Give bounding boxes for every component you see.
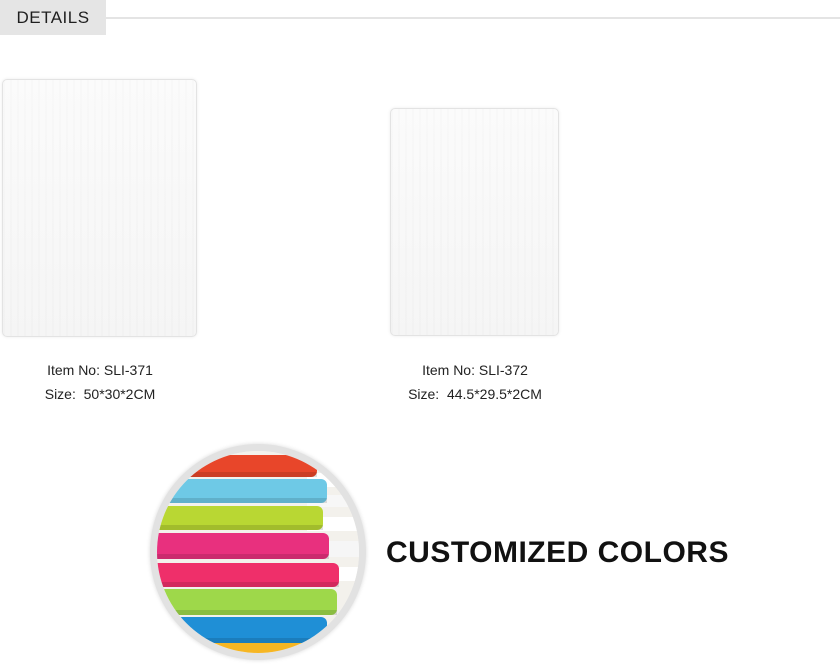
board-edge-shadow (157, 472, 317, 477)
item-size: Size: 44.5*29.5*2CM (408, 386, 542, 402)
colored-board (157, 643, 333, 653)
board-edge-shadow (157, 610, 337, 615)
stacked-colored-boards-illustration (157, 451, 359, 653)
customized-colors-headline: CUSTOMIZED COLORS (386, 536, 729, 569)
product-caption-sli-371: Item No: SLI-371 Size: 50*30*2CM (0, 358, 220, 406)
board-stack (157, 455, 339, 653)
board-edge-shadow (157, 498, 327, 503)
colored-boards-photo (150, 444, 366, 660)
header-divider (106, 17, 840, 19)
product-caption-sli-372: Item No: SLI-372 Size: 44.5*29.5*2CM (355, 358, 595, 406)
cutting-board-image-sli-372 (390, 108, 559, 336)
item-number: Item No: SLI-371 (47, 362, 153, 378)
board-edge-shadow (157, 582, 339, 587)
cutting-board-image-sli-371 (2, 79, 197, 337)
details-tab-label: DETAILS (16, 7, 90, 27)
board-edge-shadow (157, 638, 327, 643)
item-size: Size: 50*30*2CM (44, 386, 156, 402)
board-edge-shadow (157, 554, 329, 559)
item-number: Item No: SLI-372 (422, 362, 528, 378)
board-edge-shadow (157, 525, 323, 530)
details-tab[interactable]: DETAILS (0, 0, 106, 35)
